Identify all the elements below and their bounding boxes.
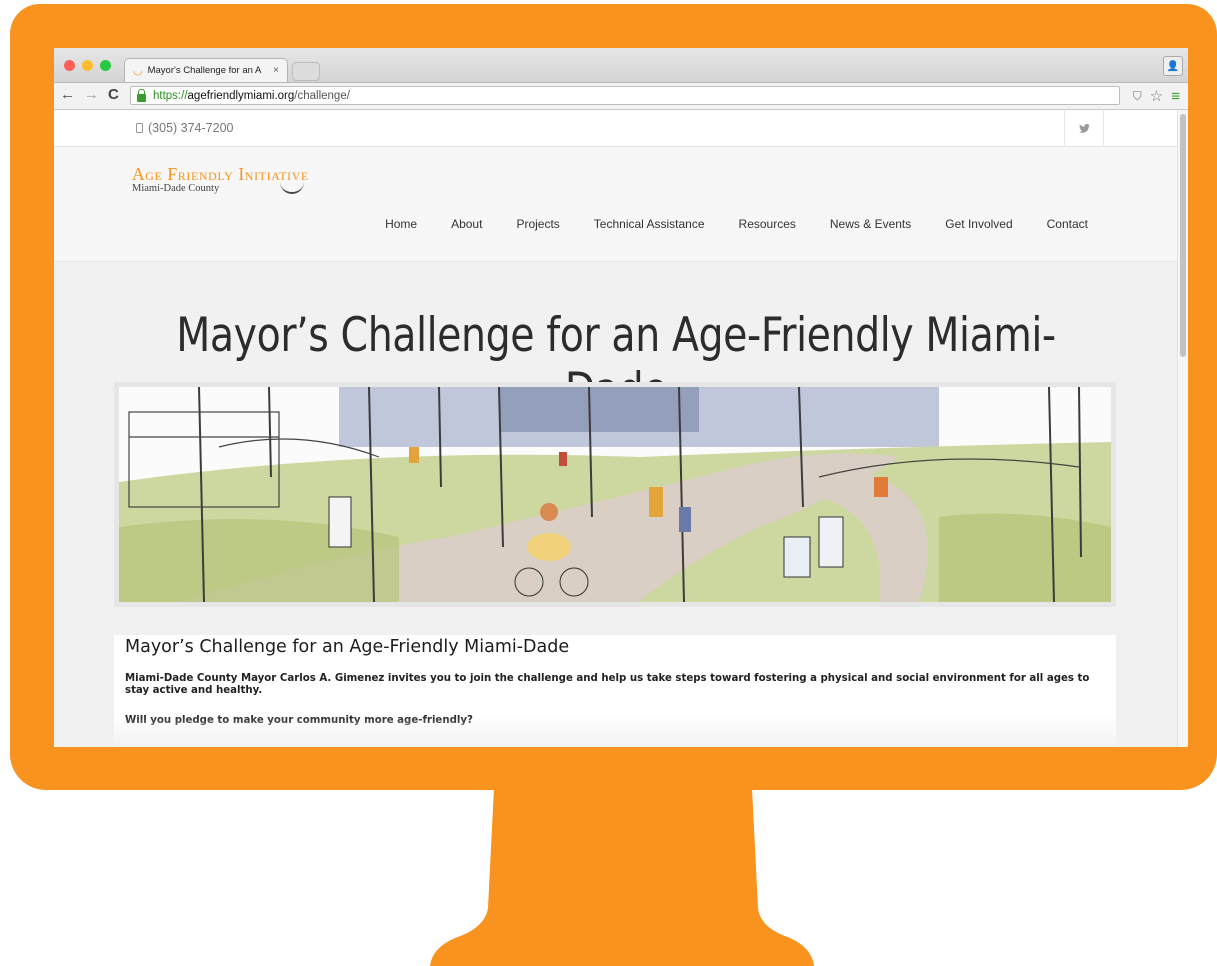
phone-number[interactable]: (305) 374-7200 [136, 121, 233, 135]
site-logo[interactable]: Age Friendly Initiative Miami-Dade Count… [132, 164, 309, 194]
browser-tab[interactable]: ◡ Mayor's Challenge for an A × [124, 58, 288, 82]
content-box: Mayor’s Challenge for an Age-Friendly Mi… [114, 635, 1116, 747]
menu-icon[interactable]: ≡ [1171, 88, 1180, 105]
park-sketch-image [119, 387, 1111, 602]
close-window-button[interactable] [64, 60, 75, 71]
profile-icon[interactable]: 👤 [1163, 56, 1183, 76]
shield-icon[interactable]: ⛉ [1133, 89, 1142, 104]
nav-resources[interactable]: Resources [739, 217, 796, 231]
window-controls [64, 60, 111, 71]
top-bar: (305) 374-7200 [54, 110, 1178, 147]
twitter-icon[interactable] [1064, 110, 1104, 146]
star-icon[interactable]: ☆ [1150, 87, 1163, 105]
phone-icon [136, 123, 143, 133]
back-arrow-icon[interactable]: ← [60, 86, 75, 103]
lock-icon [137, 88, 146, 102]
toolbar-icons: ⛉ ☆ ≡ [1133, 87, 1180, 106]
nav-projects[interactable]: Projects [516, 217, 559, 231]
nav-about[interactable]: About [451, 217, 482, 231]
scrollbar-thumb[interactable] [1180, 114, 1186, 357]
monitor-stand [430, 788, 814, 966]
zoom-window-button[interactable] [100, 60, 111, 71]
nav-home[interactable]: Home [385, 217, 417, 231]
new-tab-button[interactable] [292, 62, 320, 81]
nav-technical-assistance[interactable]: Technical Assistance [594, 217, 705, 231]
intro-paragraph: Miami-Dade County Mayor Carlos A. Gimene… [125, 673, 1090, 696]
site-header: Age Friendly Initiative Miami-Dade Count… [54, 147, 1178, 262]
tab-title: Mayor's Challenge for an A [147, 65, 262, 76]
browser-window: ◡ Mayor's Challenge for an A × 👤 ← → C h… [54, 48, 1188, 747]
page-scrollbar[interactable] [1177, 110, 1188, 747]
nav-contact[interactable]: Contact [1047, 217, 1088, 231]
phone-text: (305) 374-7200 [148, 121, 234, 135]
nav-get-involved[interactable]: Get Involved [945, 217, 1012, 231]
url-scheme: https:// [153, 89, 188, 102]
url-host: agefriendlymiami.org [187, 89, 295, 102]
forward-arrow-icon[interactable]: → [84, 86, 99, 103]
tab-close-icon[interactable]: × [273, 65, 279, 76]
site-favicon-icon: ◡ [133, 65, 143, 77]
banner-illustration [114, 382, 1116, 607]
main-nav: Home About Projects Technical Assistance… [385, 217, 1088, 231]
url-path: /challenge/ [294, 89, 350, 102]
content-heading: Mayor’s Challenge for an Age-Friendly Mi… [125, 637, 570, 657]
address-bar[interactable]: https:// agefriendlymiami.org /challenge… [130, 86, 1120, 105]
reload-icon[interactable]: C [108, 86, 119, 103]
minimize-window-button[interactable] [82, 60, 93, 71]
browser-toolbar: ← → C https:// agefriendlymiami.org /cha… [54, 83, 1188, 110]
tab-bar: ◡ Mayor's Challenge for an A × 👤 [54, 48, 1188, 83]
pledge-question: Will you pledge to make your community m… [125, 715, 473, 726]
web-page: (305) 374-7200 Age Friendly Initiative M… [54, 110, 1178, 747]
nav-news-events[interactable]: News & Events [830, 217, 911, 231]
